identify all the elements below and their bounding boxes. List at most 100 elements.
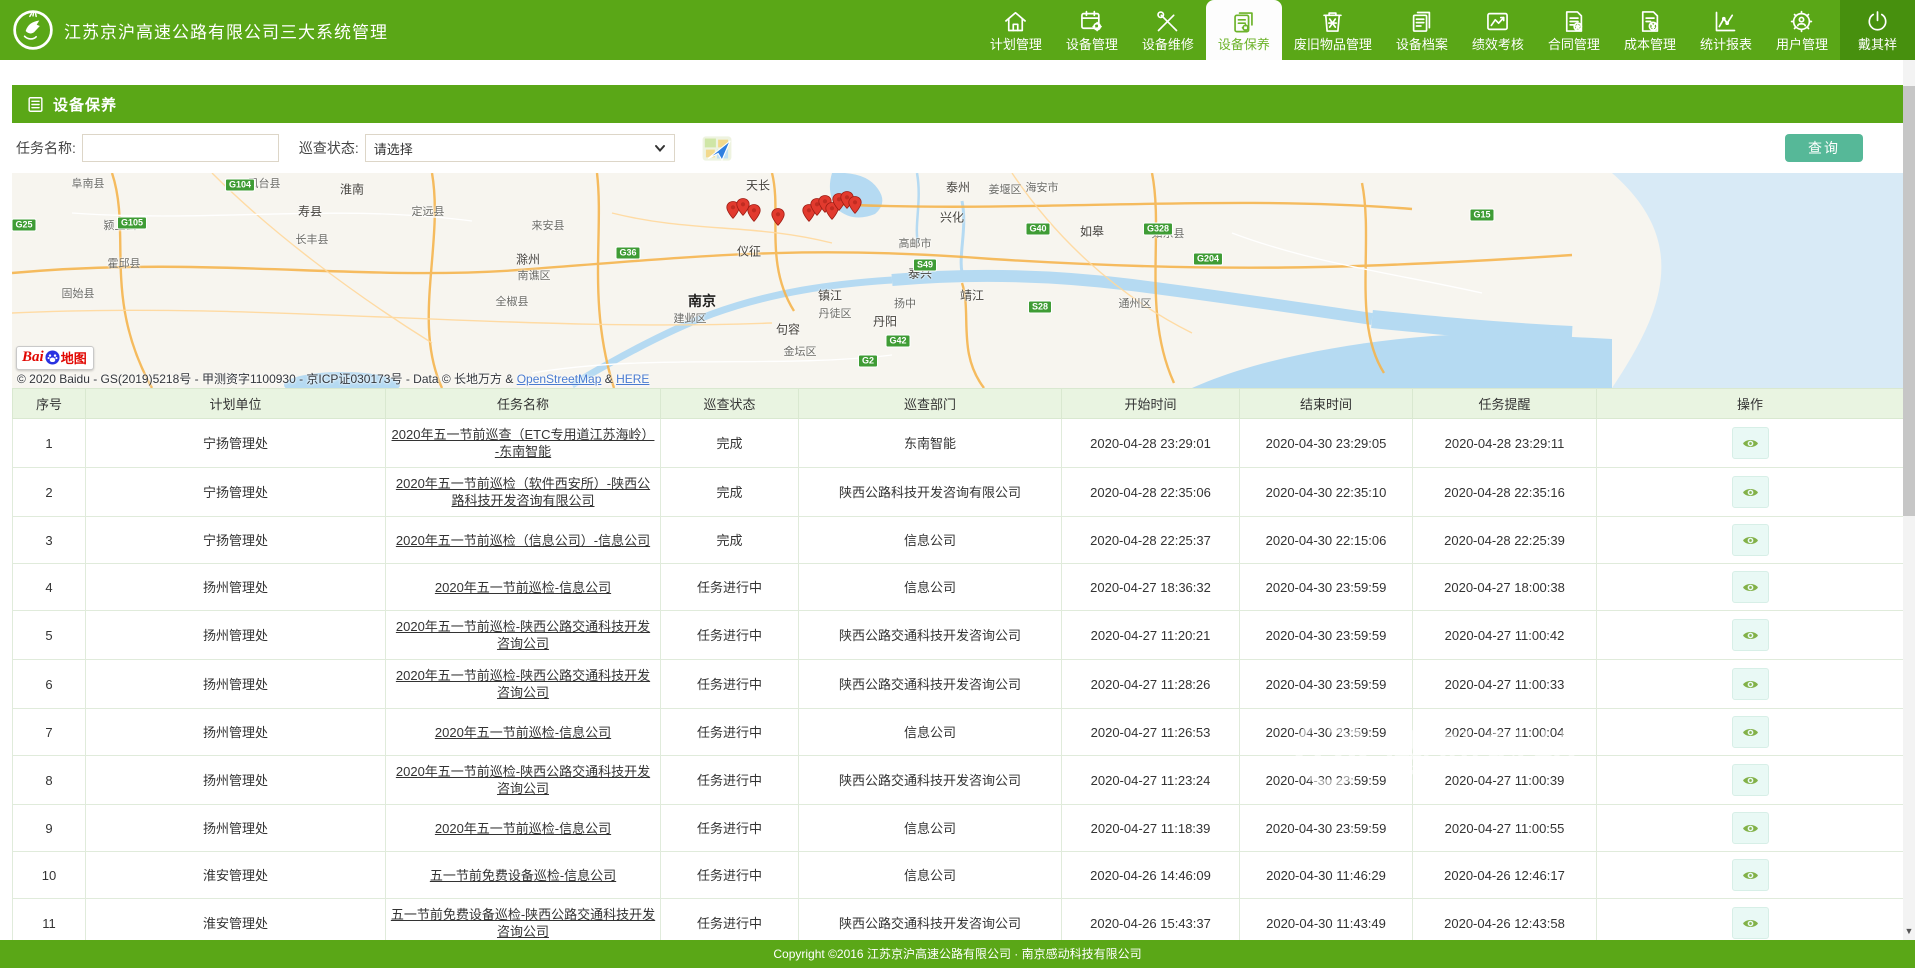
map-marker-icon[interactable] xyxy=(771,208,785,226)
cell-status: 任务进行中 xyxy=(661,709,799,756)
map-place-label: 来安县 xyxy=(532,217,565,233)
nav-item-docs[interactable]: 设备档案 xyxy=(1384,0,1460,60)
cell-status: 任务进行中 xyxy=(661,852,799,899)
cell-remind: 2020-04-28 22:25:39 xyxy=(1413,517,1597,564)
cell-remind: 2020-04-26 12:43:58 xyxy=(1413,899,1597,941)
task-link[interactable]: 2020年五一节前巡检（软件西安所）-陕西公路科技开发咨询有限公司 xyxy=(396,476,650,508)
task-link[interactable]: 2020年五一节前巡检-陕西公路交通科技开发咨询公司 xyxy=(396,619,650,651)
scrollbar-thumb[interactable] xyxy=(1903,86,1915,516)
table-row: 1宁扬管理处2020年五一节前巡查（ETC专用道江苏海岭）-东南智能完成东南智能… xyxy=(13,419,1904,468)
nav-item-home[interactable]: 计划管理 xyxy=(978,0,1054,60)
task-link[interactable]: 五一节前免费设备巡检-陕西公路交通科技开发咨询公司 xyxy=(391,907,655,939)
map-place-label: 高邮市 xyxy=(899,235,932,251)
baidu-logo-text: Bai xyxy=(22,349,44,366)
scrollbar-down-arrow[interactable]: ▼ xyxy=(1903,924,1915,938)
company-logo-icon xyxy=(12,9,54,51)
cell-remind: 2020-04-28 22:35:16 xyxy=(1413,468,1597,517)
view-button[interactable] xyxy=(1732,524,1769,556)
task-link[interactable]: 2020年五一节前巡检-信息公司 xyxy=(435,580,611,595)
view-button[interactable] xyxy=(1732,859,1769,891)
map-place-label: 姜堰区 xyxy=(989,181,1022,197)
task-link[interactable]: 2020年五一节前巡检-信息公司 xyxy=(435,725,611,740)
nav-item-user[interactable]: 戴其祥 xyxy=(1840,0,1915,60)
cell-no: 3 xyxy=(13,517,86,564)
column-header: 序号 xyxy=(13,389,86,419)
list-icon xyxy=(26,95,45,114)
cell-end: 2020-04-30 23:59:59 xyxy=(1240,756,1413,805)
cell-start: 2020-04-27 18:36:32 xyxy=(1062,564,1240,611)
map-place-label: 固始县 xyxy=(62,285,95,301)
nav-item-trash[interactable]: 废旧物品管理 xyxy=(1282,0,1384,60)
cost-icon xyxy=(1636,8,1663,35)
map-place-label: 丹徒区 xyxy=(819,305,852,321)
nav-item-report[interactable]: 统计报表 xyxy=(1688,0,1764,60)
table-row: 7扬州管理处2020年五一节前巡检-信息公司任务进行中信息公司2020-04-2… xyxy=(13,709,1904,756)
cell-end: 2020-04-30 23:59:59 xyxy=(1240,660,1413,709)
map-send-icon xyxy=(699,152,735,167)
view-button[interactable] xyxy=(1732,764,1769,796)
cal-gear-icon xyxy=(1078,8,1105,35)
task-name-input[interactable] xyxy=(82,134,279,162)
map-marker-icon[interactable] xyxy=(848,196,862,214)
column-header: 任务名称 xyxy=(386,389,661,419)
cell-dept: 陕西公路科技开发咨询有限公司 xyxy=(799,468,1062,517)
task-link[interactable]: 2020年五一节前巡检（信息公司）-信息公司 xyxy=(396,533,650,548)
cell-end: 2020-04-30 22:15:06 xyxy=(1240,517,1413,564)
osm-link[interactable]: OpenStreetMap xyxy=(517,372,602,386)
report-icon xyxy=(1712,8,1739,35)
task-link[interactable]: 五一节前免费设备巡检-信息公司 xyxy=(430,868,616,883)
nav-item-tools[interactable]: 设备维修 xyxy=(1130,0,1206,60)
trash-icon xyxy=(1319,8,1346,35)
view-button[interactable] xyxy=(1732,812,1769,844)
cell-start: 2020-04-26 15:43:37 xyxy=(1062,899,1240,941)
view-button[interactable] xyxy=(1732,668,1769,700)
nav-item-label: 合同管理 xyxy=(1548,37,1600,52)
map-marker-icon[interactable] xyxy=(747,204,761,222)
map-place-label: 如皋 xyxy=(1080,223,1104,240)
cell-actions xyxy=(1597,468,1904,517)
cell-remind: 2020-04-27 11:00:39 xyxy=(1413,756,1597,805)
nav-item-device[interactable]: 设备保养 xyxy=(1206,0,1282,60)
nav-item-user-gear[interactable]: 用户管理 xyxy=(1764,0,1840,60)
user-name-label: 戴其祥 xyxy=(1858,37,1897,52)
status-select[interactable]: 请选择 xyxy=(365,134,675,162)
nav-item-perf[interactable]: 绩效考核 xyxy=(1460,0,1536,60)
map-place-label: 南谯区 xyxy=(518,267,551,283)
view-button[interactable] xyxy=(1732,476,1769,508)
cell-start: 2020-04-28 22:35:06 xyxy=(1062,468,1240,517)
main-nav: 计划管理设备管理设备维修设备保养废旧物品管理设备档案绩效考核合同管理成本管理统计… xyxy=(978,0,1915,60)
cell-no: 6 xyxy=(13,660,86,709)
view-button[interactable] xyxy=(1732,427,1769,459)
cell-no: 4 xyxy=(13,564,86,611)
baidu-map[interactable]: 阜南县颍上县凤台县淮南寿县长丰县霍邱县固始县定远县来安县滁州南谯区全椒县南京建邺… xyxy=(12,173,1903,388)
page-title: 设备保养 xyxy=(53,94,117,115)
map-place-label: 全椒县 xyxy=(496,293,529,309)
home-icon xyxy=(1002,8,1029,35)
cell-task: 2020年五一节前巡检（信息公司）-信息公司 xyxy=(386,517,661,564)
view-button[interactable] xyxy=(1732,619,1769,651)
cell-end: 2020-04-30 23:29:05 xyxy=(1240,419,1413,468)
nav-item-contract[interactable]: 合同管理 xyxy=(1536,0,1612,60)
vertical-scrollbar[interactable]: ▼ xyxy=(1903,60,1915,940)
task-link[interactable]: 2020年五一节前巡检-陕西公路交通科技开发咨询公司 xyxy=(396,668,650,700)
eye-icon xyxy=(1742,629,1759,642)
map-locate-button[interactable] xyxy=(699,133,735,164)
cell-task: 2020年五一节前巡检-陕西公路交通科技开发咨询公司 xyxy=(386,756,661,805)
road-badge: G104 xyxy=(225,179,255,192)
view-button[interactable] xyxy=(1732,716,1769,748)
cell-unit: 扬州管理处 xyxy=(86,660,386,709)
nav-item-cost[interactable]: 成本管理 xyxy=(1612,0,1688,60)
task-link[interactable]: 2020年五一节前巡检-陕西公路交通科技开发咨询公司 xyxy=(396,764,650,796)
here-link[interactable]: HERE xyxy=(616,372,649,386)
task-link[interactable]: 2020年五一节前巡检-信息公司 xyxy=(435,821,611,836)
nav-item-cal-gear[interactable]: 设备管理 xyxy=(1054,0,1130,60)
attribution-text: © 2020 Baidu - GS(2019)5218号 - 甲测资字11009… xyxy=(17,372,517,386)
cell-status: 任务进行中 xyxy=(661,899,799,941)
view-button[interactable] xyxy=(1732,571,1769,603)
table-row: 8扬州管理处2020年五一节前巡检-陕西公路交通科技开发咨询公司任务进行中陕西公… xyxy=(13,756,1904,805)
cell-unit: 宁扬管理处 xyxy=(86,517,386,564)
task-link[interactable]: 2020年五一节前巡查（ETC专用道江苏海岭）-东南智能 xyxy=(392,427,655,459)
view-button[interactable] xyxy=(1732,907,1769,939)
search-button[interactable]: 查询 xyxy=(1785,134,1863,162)
contract-icon xyxy=(1560,8,1587,35)
